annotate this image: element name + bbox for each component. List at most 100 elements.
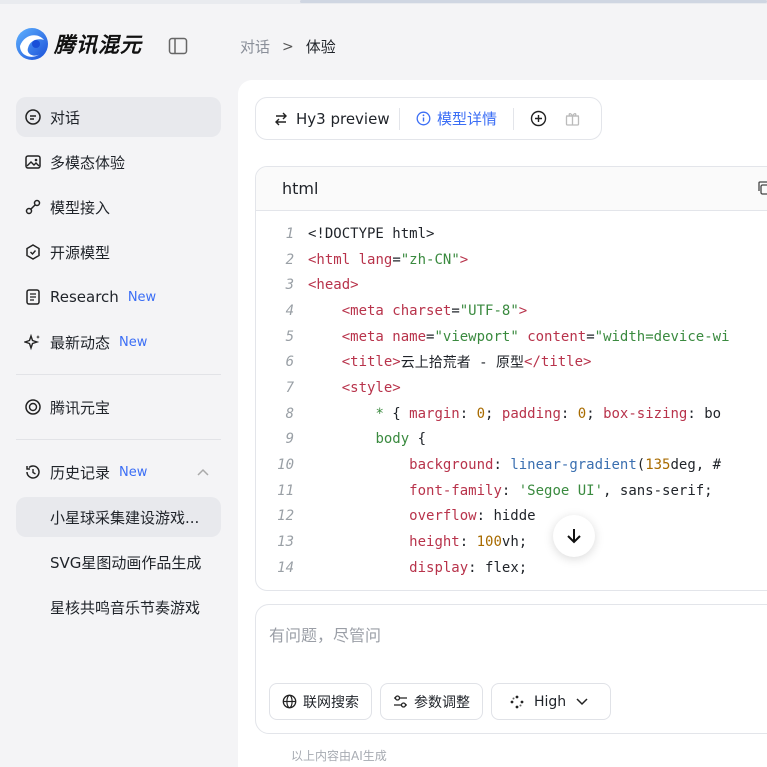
info-icon <box>416 111 431 126</box>
image-icon <box>24 153 42 171</box>
line-number: 7 <box>285 379 294 396</box>
line-number: 12 <box>277 508 294 525</box>
web-search-button[interactable]: 联网搜索 <box>269 683 372 720</box>
line-number: 13 <box>277 534 294 551</box>
code-content: 1 <!DOCTYPE html> 2 <html lang = "zh-CN" > 3 <… <box>256 221 767 581</box>
line-number: 3 <box>285 277 294 294</box>
code-line: 3 <head> <box>256 272 767 298</box>
line-number: 6 <box>285 354 294 371</box>
model-toolbar: Hy3 preview 模型详情 <box>255 97 602 140</box>
line-number: 2 <box>285 251 294 268</box>
code-line: 7 <style> <box>256 375 767 401</box>
code-line: 5 <meta name = "viewport" content = "width=d… <box>256 324 767 350</box>
code-line: 6 <title> 云上拾荒者 - 原型 </title> <box>256 349 767 375</box>
sidebar-item-research[interactable]: Research New <box>16 277 221 317</box>
code-block: html 1 <!DOCTYPE html> 2 <html lang = "zh-CN… <box>255 166 767 591</box>
line-number: 9 <box>285 431 294 448</box>
yuanbao-icon <box>24 398 42 416</box>
sidebar-nav: 对话 多模态体验 模型接入 开源模型 Research New 最新动态 New… <box>16 97 221 632</box>
sidebar-item-label: 腾讯元宝 <box>50 398 111 417</box>
line-number: 8 <box>285 405 294 422</box>
line-number: 4 <box>285 302 294 319</box>
code-line: 11 font-family: 'Segoe UI', sans-serif; <box>256 478 767 504</box>
web-search-label: 联网搜索 <box>303 694 359 711</box>
breadcrumb-separator: > <box>282 38 294 55</box>
plus-icon[interactable] <box>528 109 548 129</box>
sidebar-item-open-source[interactable]: 开源模型 <box>16 232 221 272</box>
sparkle-icon <box>24 333 42 351</box>
code-line: 9 body { <box>256 427 767 453</box>
line-number: 5 <box>285 328 294 345</box>
code-line: 10 background: linear-gradient(135 deg, # <box>256 452 767 478</box>
breadcrumb: 对话 > 体验 <box>240 36 336 57</box>
sidebar-item-label: Research <box>50 288 119 306</box>
line-number: 14 <box>277 559 294 576</box>
history-item[interactable]: 小星球采集建设游戏... <box>16 497 221 537</box>
code-line: 1 <!DOCTYPE html> <box>256 221 767 247</box>
gift-icon[interactable] <box>562 109 582 129</box>
dots-spinner-icon <box>510 695 524 708</box>
code-language: html <box>282 179 319 198</box>
line-number: 10 <box>277 457 294 474</box>
sidebar-item-label: 对话 <box>50 108 81 127</box>
divider <box>16 439 221 440</box>
sidebar-item-label: 模型接入 <box>50 198 111 217</box>
new-badge: New <box>127 289 157 305</box>
code-line: 12 overflow: hidde <box>256 504 767 530</box>
switch-icon <box>275 112 287 125</box>
arrow-down-icon <box>567 529 581 544</box>
divider <box>513 107 515 130</box>
code-line: 2 <html lang = "zh-CN" > <box>256 247 767 273</box>
code-line: 4 <meta charset = "UTF-8" > <box>256 298 767 324</box>
scroll-to-bottom-button[interactable] <box>553 515 595 557</box>
divider <box>16 374 221 375</box>
params-button[interactable]: 参数调整 <box>380 683 483 720</box>
sidebar-item-label: 开源模型 <box>50 243 111 262</box>
sidebar-item-news[interactable]: 最新动态 New <box>16 322 221 362</box>
sidebar: 腾讯混元 对话 多模态体验 模型接入 开源模型 Research New 最新动… <box>0 4 232 767</box>
app-name: 腾讯混元 <box>54 33 142 57</box>
new-badge: New <box>119 334 148 350</box>
globe-icon <box>282 694 297 709</box>
reasoning-mode-label: High <box>534 693 567 710</box>
line-number: 11 <box>277 482 294 499</box>
reasoning-mode-select[interactable]: High <box>491 683 611 720</box>
history-label: 历史记录 <box>50 463 111 482</box>
chevron-down-icon <box>576 697 588 705</box>
sidebar-item-multimodal[interactable]: 多模态体验 <box>16 142 221 182</box>
sidebar-item-chat[interactable]: 对话 <box>16 97 221 137</box>
app-logo[interactable]: 腾讯混元 <box>14 26 142 62</box>
line-number: 1 <box>285 225 294 242</box>
breadcrumb-current: 体验 <box>305 38 336 56</box>
sidebar-item-yuanbao[interactable]: 腾讯元宝 <box>16 387 221 427</box>
params-label: 参数调整 <box>414 694 470 711</box>
chat-input-box: 联网搜索 参数调整 High <box>255 604 767 734</box>
chat-input[interactable] <box>269 622 749 662</box>
chat-icon <box>24 108 42 126</box>
main-panel: Hy3 preview 模型详情 html 1 <!DOCTYPE html> 2… <box>238 80 767 767</box>
code-line: 8 * { margin: 0; padding: 0; box-sizing:… <box>256 401 767 427</box>
history-item[interactable]: SVG星图动画作品生成 <box>16 542 221 582</box>
hunyuan-logo-icon <box>16 28 48 60</box>
model-name: Hy3 preview <box>296 109 390 128</box>
sidebar-item-label: 最新动态 <box>50 333 111 352</box>
sidebar-item-model-access[interactable]: 模型接入 <box>16 187 221 227</box>
new-badge: New <box>119 464 148 480</box>
code-line: 13 height: 100 vh; <box>256 529 767 555</box>
chevron-up-icon[interactable] <box>197 468 209 476</box>
breadcrumb-parent[interactable]: 对话 <box>240 36 270 57</box>
ai-disclaimer: 以上内容由AI生成 <box>291 749 387 763</box>
model-selector[interactable]: Hy3 preview <box>256 110 399 128</box>
document-icon <box>24 288 42 306</box>
sidebar-item-label: 多模态体验 <box>50 153 126 172</box>
copy-icon[interactable] <box>756 180 767 200</box>
history-icon <box>24 463 42 481</box>
code-line: 14 display: flex; <box>256 555 767 581</box>
sidebar-toggle-icon[interactable] <box>168 37 188 55</box>
history-item[interactable]: 星核共鸣音乐节奏游戏 <box>16 587 221 627</box>
model-detail-link[interactable]: 模型详情 <box>400 108 513 129</box>
code-header: html <box>256 167 767 211</box>
sliders-icon <box>394 695 407 708</box>
history-header[interactable]: 历史记录 New <box>16 452 221 492</box>
model-detail-label: 模型详情 <box>437 110 498 128</box>
